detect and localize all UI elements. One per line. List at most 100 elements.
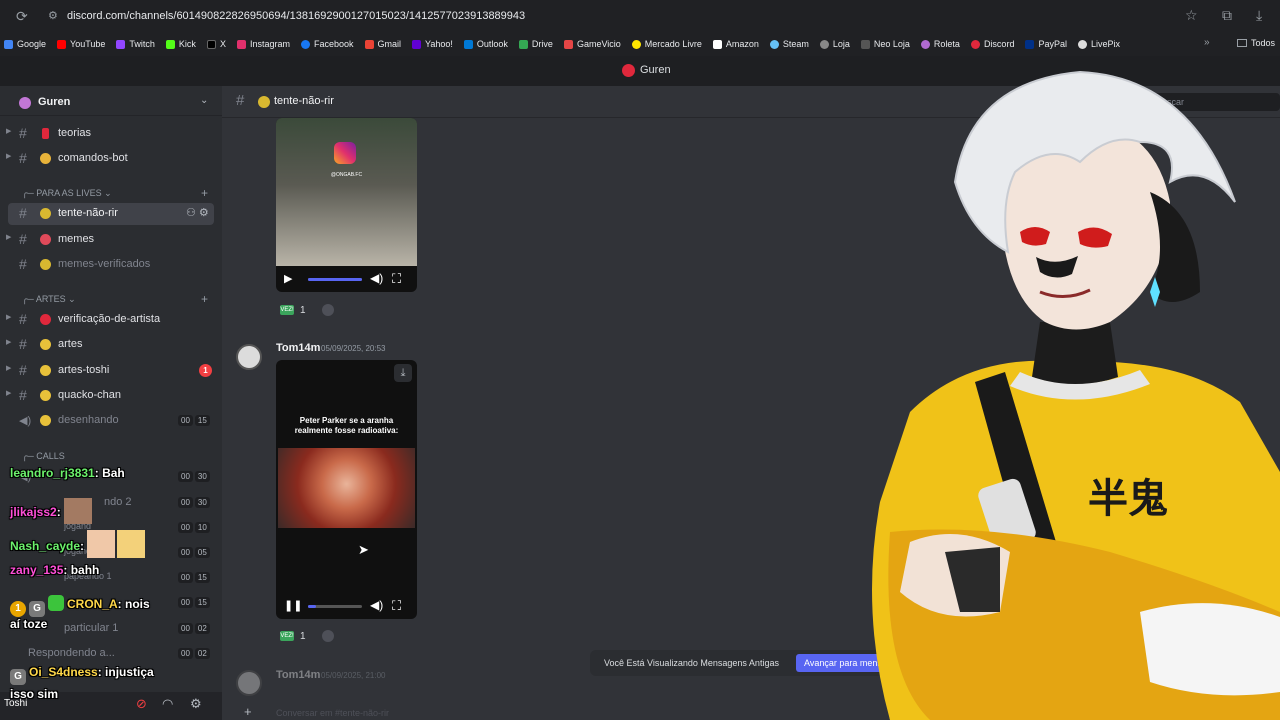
bookmark-star-icon[interactable]: ☆ bbox=[1185, 7, 1198, 24]
attach-plus-icon[interactable]: + bbox=[244, 705, 252, 718]
stream-chat-line: isso sim bbox=[10, 687, 59, 701]
bookmark-gmail[interactable]: Gmail bbox=[364, 39, 401, 49]
bookmark-x[interactable]: X bbox=[206, 39, 226, 49]
bookmark-youtube[interactable]: YouTube bbox=[57, 39, 105, 49]
bookmark-mercado-livre[interactable]: Mercado Livre bbox=[631, 39, 702, 49]
bookmark-steam[interactable]: Steam bbox=[769, 39, 809, 49]
emoji-icon bbox=[40, 314, 51, 325]
left-eye bbox=[1020, 227, 1050, 246]
video-caption: Peter Parker se a aranha realmente fosse… bbox=[294, 416, 399, 435]
emoji-icon bbox=[40, 234, 51, 245]
channel-memes[interactable]: ▶ # memes bbox=[0, 229, 222, 251]
download-icon[interactable]: ⤓ bbox=[394, 364, 412, 382]
all-bookmarks-button[interactable]: Todos bbox=[1237, 38, 1275, 48]
bookmark-gamevicio[interactable]: GameVicio bbox=[563, 39, 621, 49]
voice-user-count: 00 30 bbox=[178, 471, 212, 482]
bookmark-amazon[interactable]: Amazon bbox=[712, 39, 759, 49]
video-frame bbox=[278, 448, 415, 528]
emoji-icon bbox=[40, 208, 51, 219]
video-attachment[interactable]: ⤓ Peter Parker se a aranha realmente fos… bbox=[276, 360, 417, 619]
text-channel-icon: # bbox=[19, 362, 27, 378]
avatar[interactable] bbox=[236, 344, 262, 370]
bookmark-kick[interactable]: Kick bbox=[165, 39, 196, 49]
bookmark-livepix[interactable]: LivePix bbox=[1077, 39, 1120, 49]
emote-image bbox=[87, 530, 116, 558]
volume-icon[interactable]: ◀) bbox=[370, 271, 383, 285]
channel-tente-nao-rir[interactable]: # tente-não-rir ⚇ ⚙ bbox=[8, 203, 214, 225]
message-author[interactable]: Tom14m bbox=[276, 342, 320, 354]
channel-teorias[interactable]: ▶ # teorias bbox=[0, 123, 222, 145]
add-reaction-icon[interactable] bbox=[321, 304, 334, 316]
collapse-arrow-icon: ▶ bbox=[6, 365, 12, 372]
volume-icon[interactable]: ◀) bbox=[370, 598, 383, 612]
channel-quacko-chan[interactable]: ▶ # quacko-chan bbox=[0, 385, 222, 407]
video-attachment[interactable]: @ONGAB.FC ▶ ◀) ⛶ bbox=[276, 118, 417, 292]
play-icon[interactable]: ▶ bbox=[284, 272, 292, 285]
message-composer[interactable]: + Conversar em #tente-não-rir bbox=[230, 705, 890, 720]
site-info-icon[interactable]: ⚙ bbox=[48, 9, 58, 22]
video-seekbar[interactable] bbox=[308, 605, 362, 608]
channel-label: comandos-bot bbox=[58, 152, 128, 164]
server-name: Guren bbox=[38, 96, 71, 108]
channel-verificacao-de-artista[interactable]: ▶ # verificação-de-artista bbox=[0, 309, 222, 331]
pause-icon[interactable]: ❚❚ bbox=[284, 599, 302, 612]
address-bar[interactable]: discord.com/channels/601490822826950694/… bbox=[67, 10, 525, 22]
invite-settings-icons[interactable]: ⚇ ⚙ bbox=[186, 206, 209, 219]
video-watermark: @ONGAB.FC bbox=[330, 172, 363, 178]
stream-chat-line: aí toze bbox=[10, 617, 48, 631]
message-timestamp: 05/09/2025, 21:00 bbox=[321, 671, 386, 680]
add-channel-icon[interactable]: + bbox=[201, 186, 208, 200]
user-settings-icon[interactable]: ⚙ bbox=[190, 696, 202, 712]
bookmark-instagram[interactable]: Instagram bbox=[236, 39, 290, 49]
stream-chat-line: jlikajss2: bbox=[10, 498, 93, 524]
bookmark-roleta[interactable]: Roleta bbox=[920, 39, 960, 49]
message-author[interactable]: Tom14m bbox=[276, 669, 320, 681]
bookmark-twitch[interactable]: Twitch bbox=[116, 39, 155, 49]
collapse-arrow-icon: ▶ bbox=[6, 153, 12, 160]
add-reaction-icon[interactable] bbox=[321, 630, 334, 642]
stream-chat-line: Nash_cayde: bbox=[10, 530, 146, 558]
fullscreen-icon[interactable]: ⛶ bbox=[392, 271, 401, 287]
speaker-icon: ◀) bbox=[19, 415, 32, 427]
reload-icon[interactable]: ⟳ bbox=[16, 8, 28, 25]
category-calls[interactable]: ╭─ CALLS bbox=[22, 451, 65, 462]
server-header[interactable]: Guren ⌄ bbox=[0, 86, 222, 116]
voice-channel-desenhando[interactable]: ◀) desenhando 00 15 bbox=[0, 410, 222, 432]
text-channel-icon: # bbox=[19, 256, 27, 272]
channel-comandos-bot[interactable]: ▶ # comandos-bot bbox=[0, 148, 222, 170]
download-icon[interactable]: ⤓ bbox=[1256, 7, 1262, 24]
channel-label: desenhando bbox=[58, 414, 119, 426]
add-channel-icon[interactable]: + bbox=[201, 292, 208, 306]
channel-artes-toshi[interactable]: ▶ # artes-toshi 1 bbox=[0, 360, 222, 382]
headset-icon[interactable]: ◠ bbox=[162, 696, 173, 712]
bookmark-neo-loja[interactable]: Neo Loja bbox=[860, 39, 910, 49]
reaction-pill[interactable]: VEZ! 1 bbox=[280, 301, 334, 319]
bookmark-outlook[interactable]: Outlook bbox=[463, 39, 508, 49]
bookmark-paypal[interactable]: PayPal bbox=[1025, 39, 1067, 49]
bookmark-yahoo[interactable]: Yahoo! bbox=[412, 39, 453, 49]
reaction-count: 1 bbox=[300, 630, 306, 642]
mic-muted-icon[interactable]: ⊘ bbox=[136, 696, 147, 712]
app-title: Guren bbox=[640, 64, 671, 76]
bookmark-google[interactable]: Google bbox=[4, 39, 46, 49]
bookmark-facebook[interactable]: Facebook bbox=[300, 39, 354, 49]
reaction-pill[interactable]: VEZ! 1 bbox=[280, 627, 334, 645]
extensions-icon[interactable]: ⧉ bbox=[1222, 7, 1232, 24]
fullscreen-icon[interactable]: ⛶ bbox=[392, 598, 401, 614]
emoji-icon bbox=[40, 259, 51, 270]
bookmarks-overflow-icon[interactable]: » bbox=[1204, 37, 1210, 48]
channel-artes[interactable]: ▶ # artes bbox=[0, 334, 222, 356]
bookmark-drive[interactable]: Drive bbox=[518, 39, 553, 49]
category-artes[interactable]: ╭─ ARTES ⌄ bbox=[22, 294, 76, 305]
bookmark-discord[interactable]: Discord bbox=[970, 39, 1014, 49]
bookmark-loja[interactable]: Loja bbox=[819, 39, 850, 49]
video-seekbar[interactable] bbox=[308, 278, 362, 281]
avatar[interactable] bbox=[236, 670, 262, 696]
category-para-as-lives[interactable]: ╭─ PARA AS LIVES ⌄ bbox=[22, 188, 112, 199]
voice-channel[interactable]: Respondendo a... 00 02 bbox=[0, 643, 222, 665]
badge-icon: G bbox=[10, 669, 26, 685]
chevron-down-icon[interactable]: ⌄ bbox=[200, 95, 208, 106]
channel-memes-verificados[interactable]: # memes-verificados bbox=[0, 254, 222, 276]
voice-user-count: 00 30 bbox=[178, 497, 212, 508]
category-label: CALLS bbox=[36, 451, 65, 461]
